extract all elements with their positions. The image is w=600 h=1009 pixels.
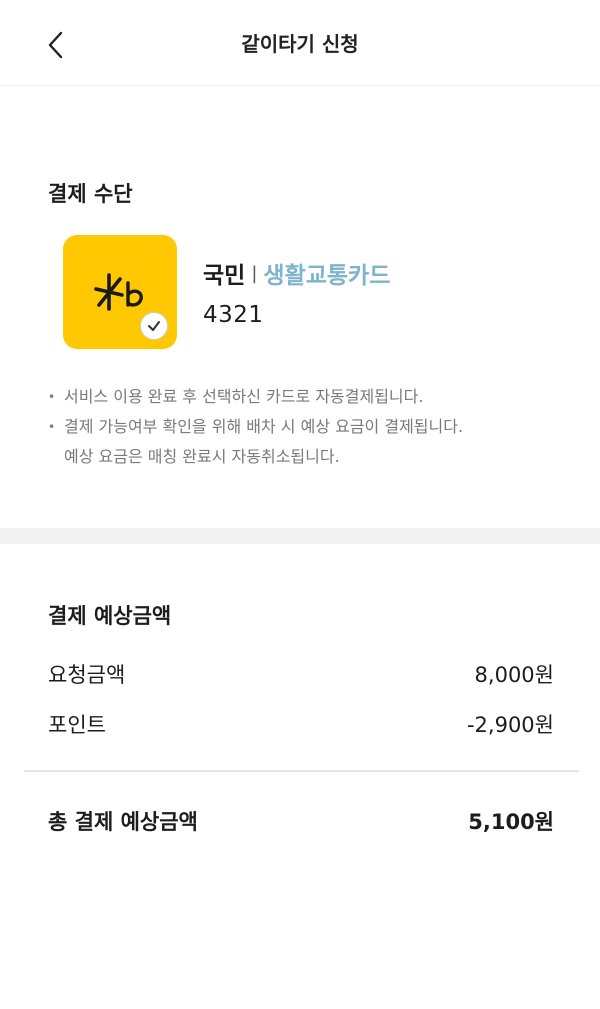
bullet: • [48, 390, 56, 404]
fare-row-points: 포인트 -2,900원 [48, 709, 554, 739]
payment-method-title: 결제 수단 [48, 182, 133, 206]
payment-notes: • 서비스 이용 완료 후 선택하신 카드로 자동결제됩니다. • 결제 가능여… [48, 382, 568, 472]
card-name: 국민 | 생활교통카드 [203, 256, 390, 290]
fare-label: 포인트 [48, 713, 106, 737]
card-logo[interactable] [63, 235, 177, 349]
fare-label: 요청금액 [48, 663, 126, 687]
card-number: 4321 [203, 302, 264, 328]
note-text: 결제 가능여부 확인을 위해 배차 시 예상 요금이 결제됩니다. [64, 417, 464, 436]
fare-row-total: 총 결제 예상금액 5,100원 [48, 806, 554, 836]
note-item: • 서비스 이용 완료 후 선택하신 카드로 자동결제됩니다. [48, 382, 568, 412]
fare-estimate-section: 결제 예상금액 요청금액 8,000원 포인트 -2,900원 총 결제 예상금… [0, 544, 600, 1009]
bullet: • [48, 420, 56, 434]
fare-value: -2,900원 [466, 713, 554, 737]
kb-logo-icon [94, 273, 143, 311]
payment-method-section: 결제 수단 국민 | 생활교통카드 4321 • 서비스 이용 완료 후 선택하… [0, 86, 600, 528]
note-item: • 결제 가능여부 확인을 위해 배차 시 예상 요금이 결제됩니다. [48, 412, 568, 442]
total-label: 총 결제 예상금액 [48, 810, 198, 834]
card-name-separator: | [251, 262, 258, 284]
chevron-left-icon [48, 31, 63, 59]
back-button[interactable] [36, 25, 76, 65]
page-title: 같이타기 신청 [241, 32, 359, 56]
card-product-name: 생활교통카드 [263, 263, 391, 289]
card-bank-name: 국민 [203, 263, 246, 289]
total-value: 5,100원 [468, 810, 554, 834]
fare-value: 8,000원 [474, 663, 554, 687]
check-icon [148, 321, 160, 331]
selected-check-badge [140, 312, 168, 340]
note-continuation: 예상 요금은 매칭 완료시 자동취소됩니다. [64, 447, 340, 466]
fare-row-request: 요청금액 8,000원 [48, 659, 554, 689]
card-info: 국민 | 생활교통카드 4321 [203, 256, 390, 329]
app-header: 같이타기 신청 [0, 0, 600, 86]
section-divider [0, 528, 600, 544]
note-text: 서비스 이용 완료 후 선택하신 카드로 자동결제됩니다. [64, 387, 424, 406]
selected-card[interactable]: 국민 | 생활교통카드 4321 [63, 234, 563, 350]
fare-divider [24, 770, 579, 772]
fare-estimate-title: 결제 예상금액 [48, 604, 172, 628]
